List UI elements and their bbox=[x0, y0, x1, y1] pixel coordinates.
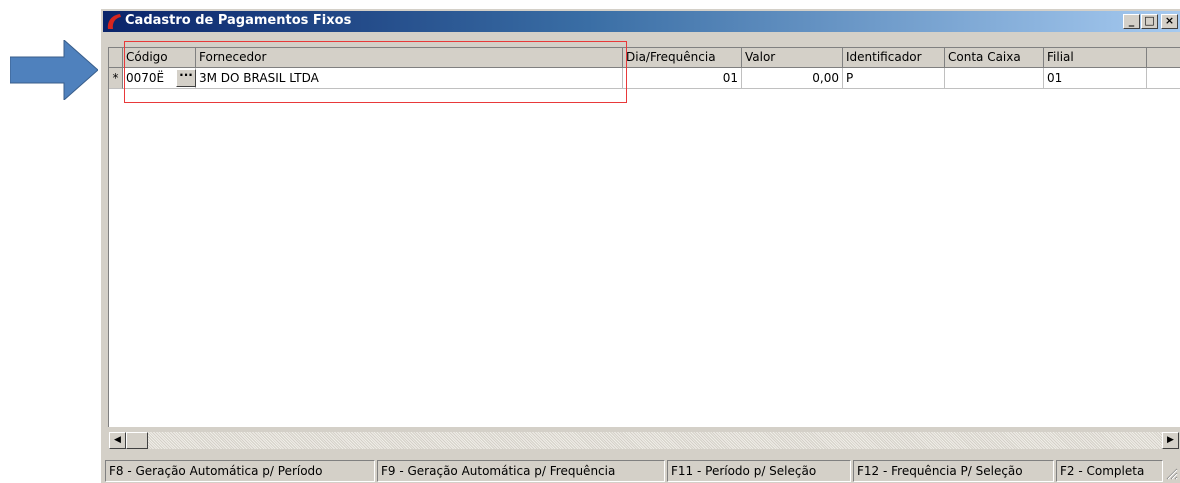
column-header-identificador[interactable]: Identificador bbox=[843, 48, 945, 68]
minimize-button[interactable]: _ bbox=[1123, 14, 1140, 29]
cell-dia-frequencia[interactable]: 01 bbox=[623, 68, 742, 89]
column-header-filial[interactable]: Filial bbox=[1044, 48, 1147, 68]
status-panel-f11[interactable]: F11 - Período p/ Seleção bbox=[667, 460, 851, 482]
status-panel-f8[interactable]: F8 - Geração Automática p/ Período bbox=[105, 460, 375, 482]
header-corner bbox=[109, 48, 123, 68]
column-header-dia-frequencia[interactable]: Dia/Frequência bbox=[623, 48, 742, 68]
maximize-button[interactable]: □ bbox=[1141, 14, 1158, 29]
title-bar[interactable]: Cadastro de Pagamentos Fixos _ □ × bbox=[103, 11, 1180, 32]
column-header-valor[interactable]: Valor bbox=[742, 48, 843, 68]
cell-extra bbox=[1147, 68, 1180, 89]
app-logo-icon bbox=[107, 14, 121, 29]
cell-filial[interactable]: 01 bbox=[1044, 68, 1147, 89]
scroll-left-arrow-icon[interactable]: ◀ bbox=[109, 432, 126, 449]
scroll-thumb[interactable] bbox=[126, 432, 148, 449]
payments-grid[interactable]: Código Fornecedor Dia/Frequência Valor I… bbox=[108, 47, 1180, 427]
cell-conta-caixa[interactable] bbox=[945, 68, 1044, 89]
column-header-extra bbox=[1147, 48, 1180, 68]
cell-identificador[interactable]: P bbox=[843, 68, 945, 89]
status-panel-f2[interactable]: F2 - Completa bbox=[1056, 460, 1163, 482]
cell-valor[interactable]: 0,00 bbox=[742, 68, 843, 89]
column-header-conta-caixa[interactable]: Conta Caixa bbox=[945, 48, 1044, 68]
right-arrow-icon bbox=[10, 40, 98, 100]
close-button[interactable]: × bbox=[1161, 14, 1178, 29]
horizontal-scrollbar[interactable]: ◀ ▶ bbox=[109, 432, 1179, 449]
window-title: Cadastro de Pagamentos Fixos bbox=[125, 13, 352, 28]
highlight-box bbox=[124, 41, 627, 103]
status-bar: F8 - Geração Automática p/ Período F9 - … bbox=[105, 460, 1180, 482]
status-panel-f12[interactable]: F12 - Frequência P/ Seleção bbox=[853, 460, 1054, 482]
scroll-right-arrow-icon[interactable]: ▶ bbox=[1162, 432, 1179, 449]
size-grip-icon[interactable] bbox=[1164, 466, 1178, 480]
row-indicator: * bbox=[109, 68, 123, 89]
status-panel-f9[interactable]: F9 - Geração Automática p/ Frequência bbox=[377, 460, 665, 482]
